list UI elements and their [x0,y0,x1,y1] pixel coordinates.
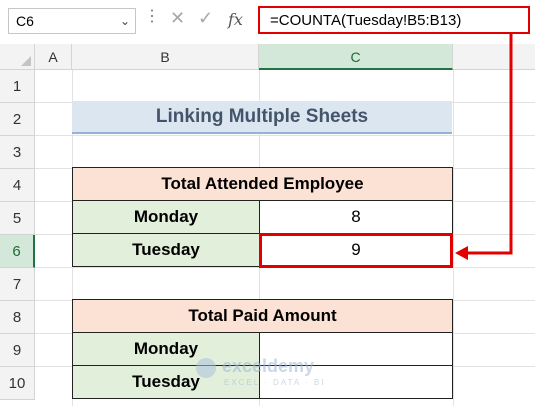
more-options-icon[interactable]: ⋮ [144,9,160,25]
name-box-value: C6 [16,13,34,29]
cancel-icon[interactable]: ✕ [170,8,185,29]
formula-text: =COUNTA(Tuesday!B5:B13) [270,12,462,29]
row-header-6[interactable]: 6 [0,235,35,268]
watermark-tagline: EXCEL · DATA · BI [224,378,326,387]
insert-function-icon[interactable]: fx [228,10,243,29]
row-header-1[interactable]: 1 [0,70,35,103]
column-header-c[interactable]: C [259,44,453,70]
table1-label-tuesday[interactable]: Tuesday [72,233,260,267]
exceldemy-logo-icon [196,358,216,378]
formula-input[interactable]: =COUNTA(Tuesday!B5:B13) [258,6,530,34]
row-header-10[interactable]: 10 [0,367,35,400]
row-header-9[interactable]: 9 [0,334,35,367]
chevron-down-icon[interactable]: ⌄ [120,14,130,28]
gridline [35,135,535,136]
table1-value-monday[interactable]: 8 [259,200,453,234]
row-header-7[interactable]: 7 [0,268,35,301]
watermark-brand: exceldemy [222,356,315,376]
row-header-2[interactable]: 2 [0,103,35,136]
name-box[interactable]: C6 ⌄ [8,8,136,34]
gridline [453,70,454,406]
table1-header[interactable]: Total Attended Employee [72,167,453,201]
column-header-d[interactable] [453,44,535,70]
column-header-a[interactable]: A [35,44,72,70]
selected-cell-highlight [259,233,453,268]
select-all-icon [21,56,31,66]
table1-label-monday[interactable]: Monday [72,200,260,234]
formula-bar: C6 ⌄ ⋮ ✕ ✓ fx =COUNTA(Tuesday!B5:B13) [0,0,535,44]
row-header-3[interactable]: 3 [0,136,35,169]
select-all-corner[interactable] [0,44,35,70]
row-header-5[interactable]: 5 [0,202,35,235]
row-header-8[interactable]: 8 [0,301,35,334]
table2-header[interactable]: Total Paid Amount [72,299,453,333]
column-header-b[interactable]: B [72,44,259,70]
enter-icon[interactable]: ✓ [198,8,213,29]
sheet-title: Linking Multiple Sheets [72,101,452,134]
row-header-4[interactable]: 4 [0,169,35,202]
